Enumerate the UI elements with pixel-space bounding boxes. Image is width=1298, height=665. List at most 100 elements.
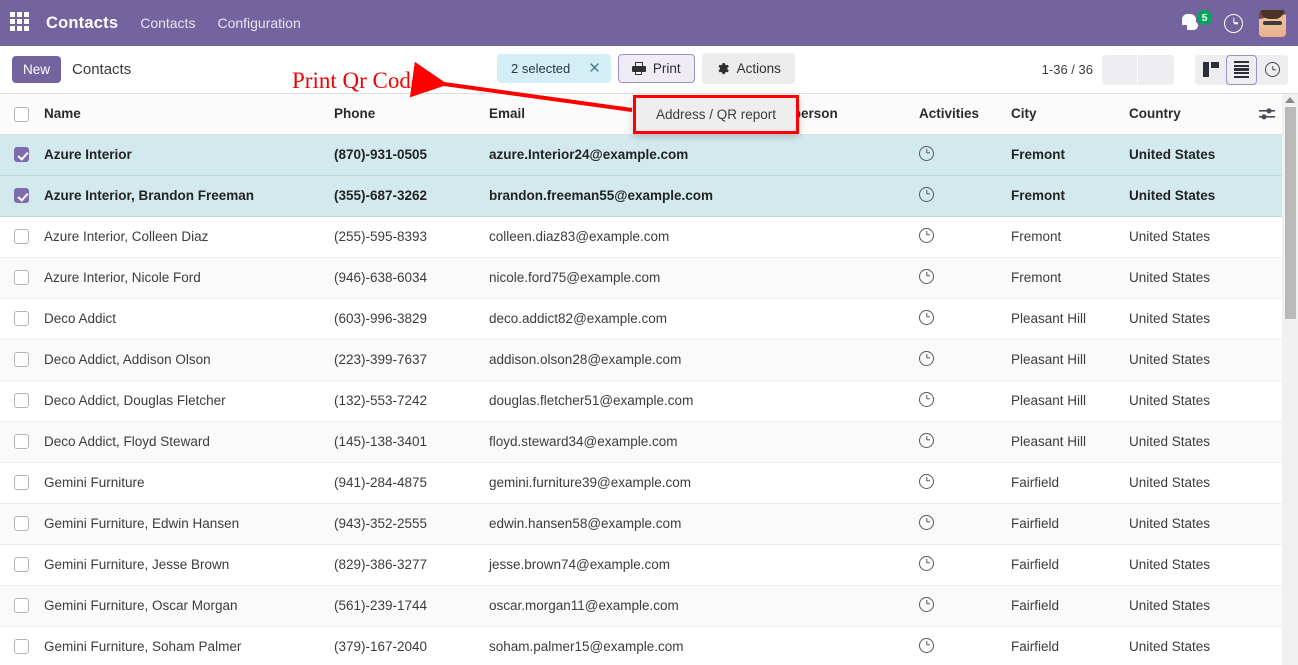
clock-icon[interactable] [919,596,934,612]
cell-name: Deco Addict, Addison Olson [36,339,326,381]
clock-icon[interactable] [919,309,934,325]
avatar[interactable] [1259,9,1286,37]
cell-city: Pleasant Hill [1003,339,1121,381]
table-row[interactable]: Azure Interior (870)-931-0505 azure.Interi… [0,134,1282,176]
clock-icon[interactable] [1224,13,1243,33]
cell-email: edwin.hansen58@example.com [481,503,766,545]
clock-icon[interactable] [919,227,934,243]
printer-icon [631,62,646,75]
cell-activities [911,421,1003,463]
row-checkbox[interactable] [14,557,29,573]
cell-email: oscar.morgan11@example.com [481,585,766,627]
cell-salesperson [766,544,911,586]
table-row[interactable]: Gemini Furniture, Jesse Brown (829)-386-3… [0,544,1282,586]
table-row[interactable]: Gemini Furniture, Oscar Morgan (561)-239-… [0,585,1282,627]
table-row[interactable]: Azure Interior, Colleen Diaz (255)-595-83… [0,216,1282,258]
next-page-button[interactable] [1138,54,1174,85]
cell-name: Deco Addict [36,298,326,340]
cell-phone: (603)-996-3829 [326,298,481,340]
clock-icon[interactable] [919,268,934,284]
menu-item-contacts[interactable]: Contacts [140,15,195,31]
cell-options [1251,421,1282,463]
table-row[interactable]: Gemini Furniture (941)-284-4875 gemini.fur… [0,462,1282,504]
cell-name: Deco Addict, Douglas Fletcher [36,380,326,422]
view-list-button[interactable] [1226,54,1257,85]
cell-country: United States [1121,380,1251,422]
row-checkbox[interactable] [14,188,29,204]
close-icon[interactable]: ✕ [588,61,601,76]
contacts-table: Name Phone Email lesperson Activities Ci… [0,94,1282,665]
dropdown-item-address-qr-report[interactable]: Address / QR report [636,98,796,131]
apps-grid-icon[interactable] [10,12,32,34]
previous-page-button[interactable] [1102,54,1138,85]
chat-bubble-icon[interactable]: 5 [1182,10,1212,35]
view-switcher [1195,54,1288,85]
column-header-city[interactable]: City [1003,94,1121,135]
cell-email: brandon.freeman55@example.com [481,175,766,217]
clock-icon[interactable] [919,555,934,571]
column-header-activities[interactable]: Activities [911,94,1003,135]
cell-city: Fairfield [1003,544,1121,586]
select-all-checkbox[interactable] [14,106,29,122]
gear-icon [718,62,729,74]
clock-icon[interactable] [919,637,934,653]
clock-icon[interactable] [919,350,934,366]
cell-email: colleen.diaz83@example.com [481,216,766,258]
row-checkbox[interactable] [14,434,29,450]
control-panel: New Contacts 2 selected ✕ Print Actions … [0,46,1298,94]
menu-item-configuration[interactable]: Configuration [217,15,300,31]
clock-icon[interactable] [919,432,934,448]
cell-activities [911,462,1003,504]
row-checkbox-cell [0,503,36,545]
cell-city: Fremont [1003,134,1121,176]
column-header-phone[interactable]: Phone [326,94,481,135]
app-brand-contacts[interactable]: Contacts [46,14,118,33]
table-row[interactable]: Gemini Furniture, Soham Palmer (379)-167-… [0,626,1282,665]
cell-country: United States [1121,298,1251,340]
column-options-icon[interactable] [1258,107,1275,121]
print-button[interactable]: Print [617,54,695,83]
navbar-right-group: 5 [1182,9,1286,37]
cell-salesperson [766,462,911,504]
view-activity-button[interactable] [1257,55,1288,85]
row-checkbox[interactable] [14,516,29,532]
table-row[interactable]: Azure Interior, Brandon Freeman (355)-687… [0,175,1282,217]
table-row[interactable]: Deco Addict, Douglas Fletcher (132)-553-7… [0,380,1282,422]
column-header-name[interactable]: Name [36,94,326,135]
row-checkbox[interactable] [14,639,29,655]
vertical-scrollbar[interactable] [1282,94,1298,665]
clock-icon[interactable] [919,514,934,530]
row-checkbox[interactable] [14,393,29,409]
row-checkbox[interactable] [14,475,29,491]
row-checkbox-cell [0,298,36,340]
table-row[interactable]: Deco Addict, Floyd Steward (145)-138-3401… [0,421,1282,463]
row-checkbox-cell [0,626,36,665]
cell-options [1251,298,1282,340]
clock-icon[interactable] [919,473,934,489]
row-checkbox[interactable] [14,311,29,327]
row-checkbox[interactable] [14,598,29,614]
selection-count-pill: 2 selected ✕ [497,54,611,83]
row-checkbox[interactable] [14,352,29,368]
cell-email: jesse.brown74@example.com [481,544,766,586]
new-button[interactable]: New [12,56,62,83]
column-header-country[interactable]: Country [1121,94,1251,135]
table-row[interactable]: Deco Addict, Addison Olson (223)-399-7637… [0,339,1282,381]
clock-icon[interactable] [919,186,934,202]
scrollbar-thumb[interactable] [1284,107,1296,319]
row-checkbox[interactable] [14,270,29,286]
cell-country: United States [1121,544,1251,586]
actions-button[interactable]: Actions [701,53,795,84]
row-checkbox[interactable] [14,229,29,245]
table-row[interactable]: Gemini Furniture, Edwin Hansen (943)-352-… [0,503,1282,545]
row-checkbox[interactable] [14,147,29,163]
row-checkbox-cell [0,585,36,627]
pager-count: 1-36 / 36 [1041,62,1093,77]
clock-icon[interactable] [919,391,934,407]
table-row[interactable]: Azure Interior, Nicole Ford (946)-638-603… [0,257,1282,299]
view-kanban-button[interactable] [1195,55,1226,85]
cell-salesperson [766,421,911,463]
scroll-up-arrow-icon[interactable] [1285,97,1295,103]
table-row[interactable]: Deco Addict (603)-996-3829 deco.addict82@e… [0,298,1282,340]
clock-icon[interactable] [919,145,934,161]
